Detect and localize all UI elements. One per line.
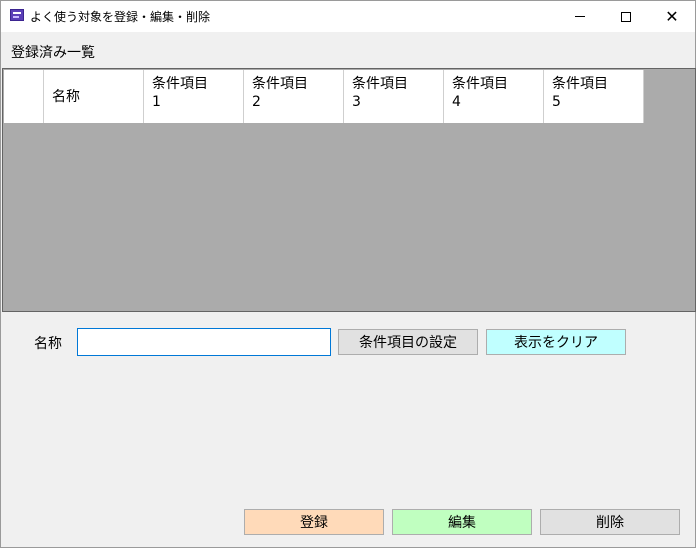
app-icon: [10, 9, 24, 21]
main-window: よく使う対象を登録・編集・削除 ✕ 登録済み一覧 名称 条件項目 1 条件項目 …: [0, 0, 696, 548]
register-button[interactable]: 登録: [244, 509, 384, 535]
column-header-label: 条件項目: [252, 76, 308, 92]
close-button[interactable]: ✕: [649, 1, 695, 32]
column-header-label: 条件項目: [552, 76, 608, 92]
maximize-icon: [621, 11, 631, 22]
condition-settings-button[interactable]: 条件項目の設定: [338, 329, 478, 355]
column-header-condition-1[interactable]: 条件項目 1: [144, 70, 244, 123]
column-header-condition-5[interactable]: 条件項目 5: [544, 70, 644, 123]
column-header-label: 名称: [52, 88, 80, 105]
minimize-button[interactable]: [557, 1, 603, 32]
column-header-condition-3[interactable]: 条件項目 3: [344, 70, 444, 123]
name-input[interactable]: [77, 328, 331, 356]
column-header-condition-4[interactable]: 条件項目 4: [444, 70, 544, 123]
delete-button[interactable]: 削除: [540, 509, 680, 535]
registered-list-label: 登録済み一覧: [11, 45, 95, 61]
column-header-number: 5: [552, 94, 561, 110]
column-header-label: 条件項目: [152, 76, 208, 92]
maximize-button[interactable]: [603, 1, 649, 32]
column-header-name[interactable]: 名称: [44, 70, 144, 123]
close-icon: ✕: [665, 6, 679, 26]
column-header-number: 1: [152, 94, 161, 110]
title-bar[interactable]: よく使う対象を登録・編集・削除 ✕: [1, 1, 695, 32]
minimize-icon: [575, 16, 585, 17]
row-header-corner[interactable]: [4, 70, 44, 123]
clear-display-button[interactable]: 表示をクリア: [486, 329, 626, 355]
column-header-number: 2: [252, 94, 261, 110]
column-header-label: 条件項目: [452, 76, 508, 92]
name-field-label: 名称: [34, 336, 62, 352]
edit-button[interactable]: 編集: [392, 509, 532, 535]
grid-header-row: 名称 条件項目 1 条件項目 2 条件項目 3 条件項目 4 条件項目 5: [4, 70, 644, 123]
column-header-condition-2[interactable]: 条件項目 2: [244, 70, 344, 123]
column-header-number: 3: [352, 94, 361, 110]
window-title: よく使う対象を登録・編集・削除: [30, 10, 211, 24]
registered-list-grid[interactable]: 名称 条件項目 1 条件項目 2 条件項目 3 条件項目 4 条件項目 5: [2, 68, 696, 312]
column-header-number: 4: [452, 94, 461, 110]
column-header-label: 条件項目: [352, 76, 408, 92]
